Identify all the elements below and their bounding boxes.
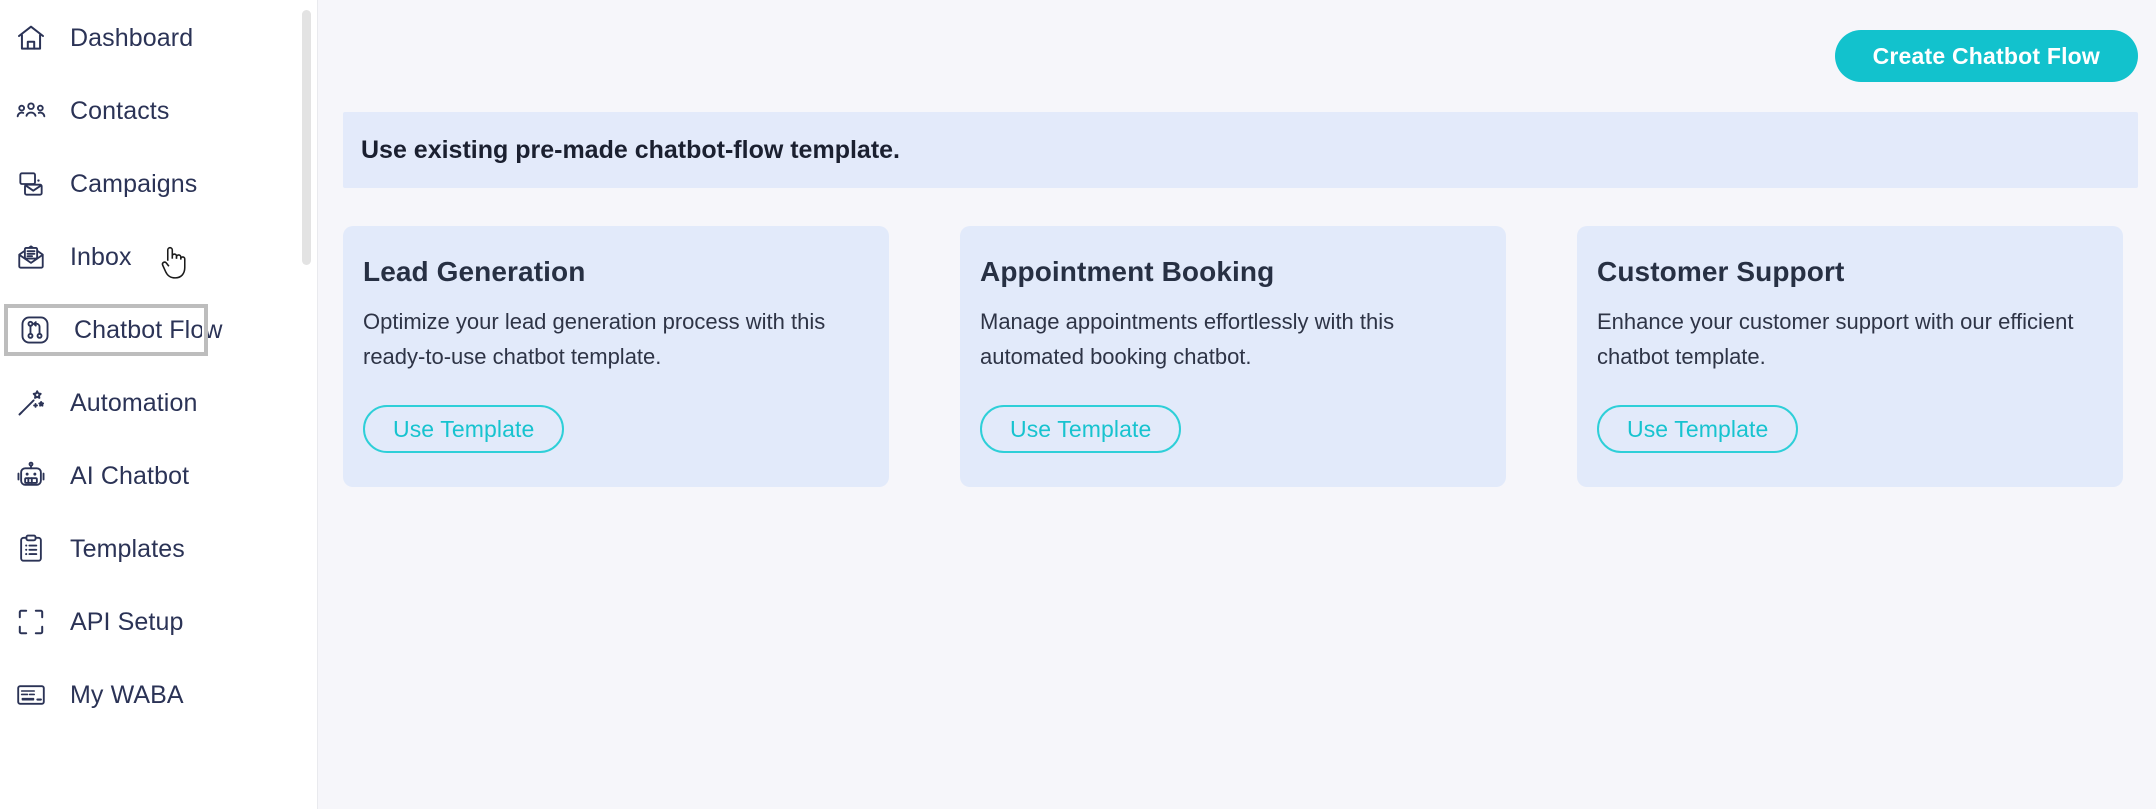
create-chatbot-flow-button[interactable]: Create Chatbot Flow	[1834, 30, 2138, 82]
magic-wand-icon	[14, 386, 48, 420]
template-card-description: Optimize your lead generation process wi…	[363, 309, 826, 369]
sidebar-item-inbox[interactable]: Inbox	[0, 229, 317, 285]
info-banner-text: Use existing pre-made chatbot-flow templ…	[361, 135, 900, 164]
sidebar-item-label: Contacts	[70, 96, 170, 125]
sidebar-item-templates[interactable]: Templates	[0, 521, 317, 577]
robot-icon	[14, 459, 48, 493]
sidebar-item-api-setup[interactable]: API Setup	[0, 594, 317, 650]
sidebar-item-chatbot-flow[interactable]: Chatbot Flow	[2, 302, 222, 358]
sidebar-item-ai-chatbot[interactable]: AI Chatbot	[0, 448, 317, 504]
template-card[interactable]: Lead Generation Optimize your lead gener…	[343, 226, 889, 487]
use-template-button[interactable]: Use Template	[980, 404, 1182, 453]
sidebar-item-label: Templates	[70, 534, 185, 563]
use-template-button[interactable]: Use Template	[363, 404, 565, 453]
sidebar-item-my-waba[interactable]: My WABA	[0, 667, 317, 723]
sidebar-item-label: Chatbot Flow	[74, 315, 223, 344]
template-card-grid: Lead Generation Optimize your lead gener…	[318, 188, 2156, 487]
template-card-title: Appointment Booking	[980, 256, 1275, 287]
app-root: Dashboard Contacts Campaigns Inbox Chatb…	[0, 0, 2156, 809]
sidebar-item-campaigns[interactable]: Campaigns	[0, 156, 317, 212]
sidebar-item-label: Inbox	[70, 242, 132, 271]
sidebar-item-label: API Setup	[70, 607, 184, 636]
page-toolbar: Create Chatbot Flow	[318, 0, 2156, 112]
use-template-button[interactable]: Use Template	[1597, 404, 1799, 453]
template-card[interactable]: Appointment Booking Manage appointments …	[960, 226, 1506, 487]
sidebar-item-label: My WABA	[70, 680, 184, 709]
template-card-title: Customer Support	[1597, 256, 1845, 287]
sidebar-item-label: Automation	[70, 388, 198, 417]
card-icon	[14, 678, 48, 712]
sidebar-scrollbar-thumb[interactable]	[302, 10, 311, 265]
sidebar-item-automation[interactable]: Automation	[0, 375, 317, 431]
sidebar-nav-list: Dashboard Contacts Campaigns Inbox Chatb…	[0, 10, 317, 723]
sidebar-scrollbar[interactable]	[299, 0, 313, 809]
campaigns-icon	[14, 167, 48, 201]
sidebar-item-label: Dashboard	[70, 23, 194, 52]
brackets-icon	[14, 605, 48, 639]
sidebar-item-label: Campaigns	[70, 169, 198, 198]
template-card-description: Manage appointments effortlessly with th…	[980, 309, 1395, 369]
inbox-icon	[14, 240, 48, 274]
clipboard-icon	[14, 532, 48, 566]
sidebar-item-contacts[interactable]: Contacts	[0, 83, 317, 139]
sidebar-item-label: AI Chatbot	[70, 461, 190, 490]
main-content: Create Chatbot Flow Use existing pre-mad…	[318, 0, 2156, 809]
template-card[interactable]: Customer Support Enhance your customer s…	[1577, 226, 2123, 487]
sidebar-item-dashboard[interactable]: Dashboard	[0, 10, 317, 66]
template-card-description: Enhance your customer support with our e…	[1597, 309, 2074, 369]
info-banner: Use existing pre-made chatbot-flow templ…	[343, 112, 2138, 188]
home-icon	[14, 21, 48, 55]
contacts-icon	[14, 94, 48, 128]
sidebar: Dashboard Contacts Campaigns Inbox Chatb…	[0, 0, 318, 809]
chatbot-flow-icon	[18, 313, 52, 347]
template-card-title: Lead Generation	[363, 256, 586, 287]
